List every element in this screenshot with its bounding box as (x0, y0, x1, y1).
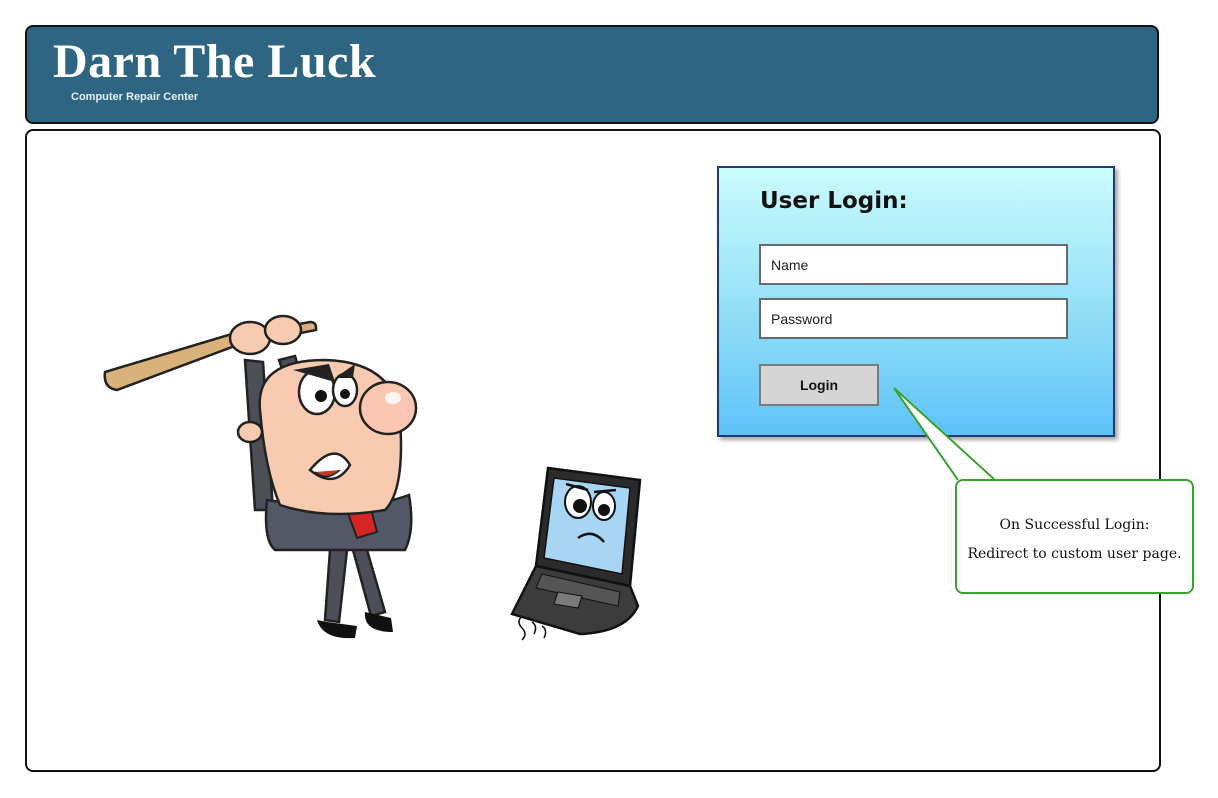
scared-laptop-icon (470, 456, 690, 656)
site-header: Darn The Luck Computer Repair Center (25, 25, 1159, 124)
brand-title: Darn The Luck (53, 35, 377, 88)
name-input[interactable] (759, 244, 1068, 285)
brand-subtitle: Computer Repair Center (71, 91, 199, 103)
callout-pointer (893, 387, 996, 481)
login-title: User Login: (760, 188, 908, 214)
angry-businessman-with-bat-icon (103, 314, 418, 639)
callout-line-1: On Successful Login: (999, 517, 1150, 533)
callout-text: On Successful Login: Redirect to custom … (957, 511, 1192, 569)
password-input[interactable] (759, 298, 1068, 339)
annotation-callout: On Successful Login: Redirect to custom … (955, 479, 1194, 594)
login-button[interactable]: Login (759, 364, 879, 406)
callout-line-2: Redirect to custom user page. (967, 546, 1182, 562)
